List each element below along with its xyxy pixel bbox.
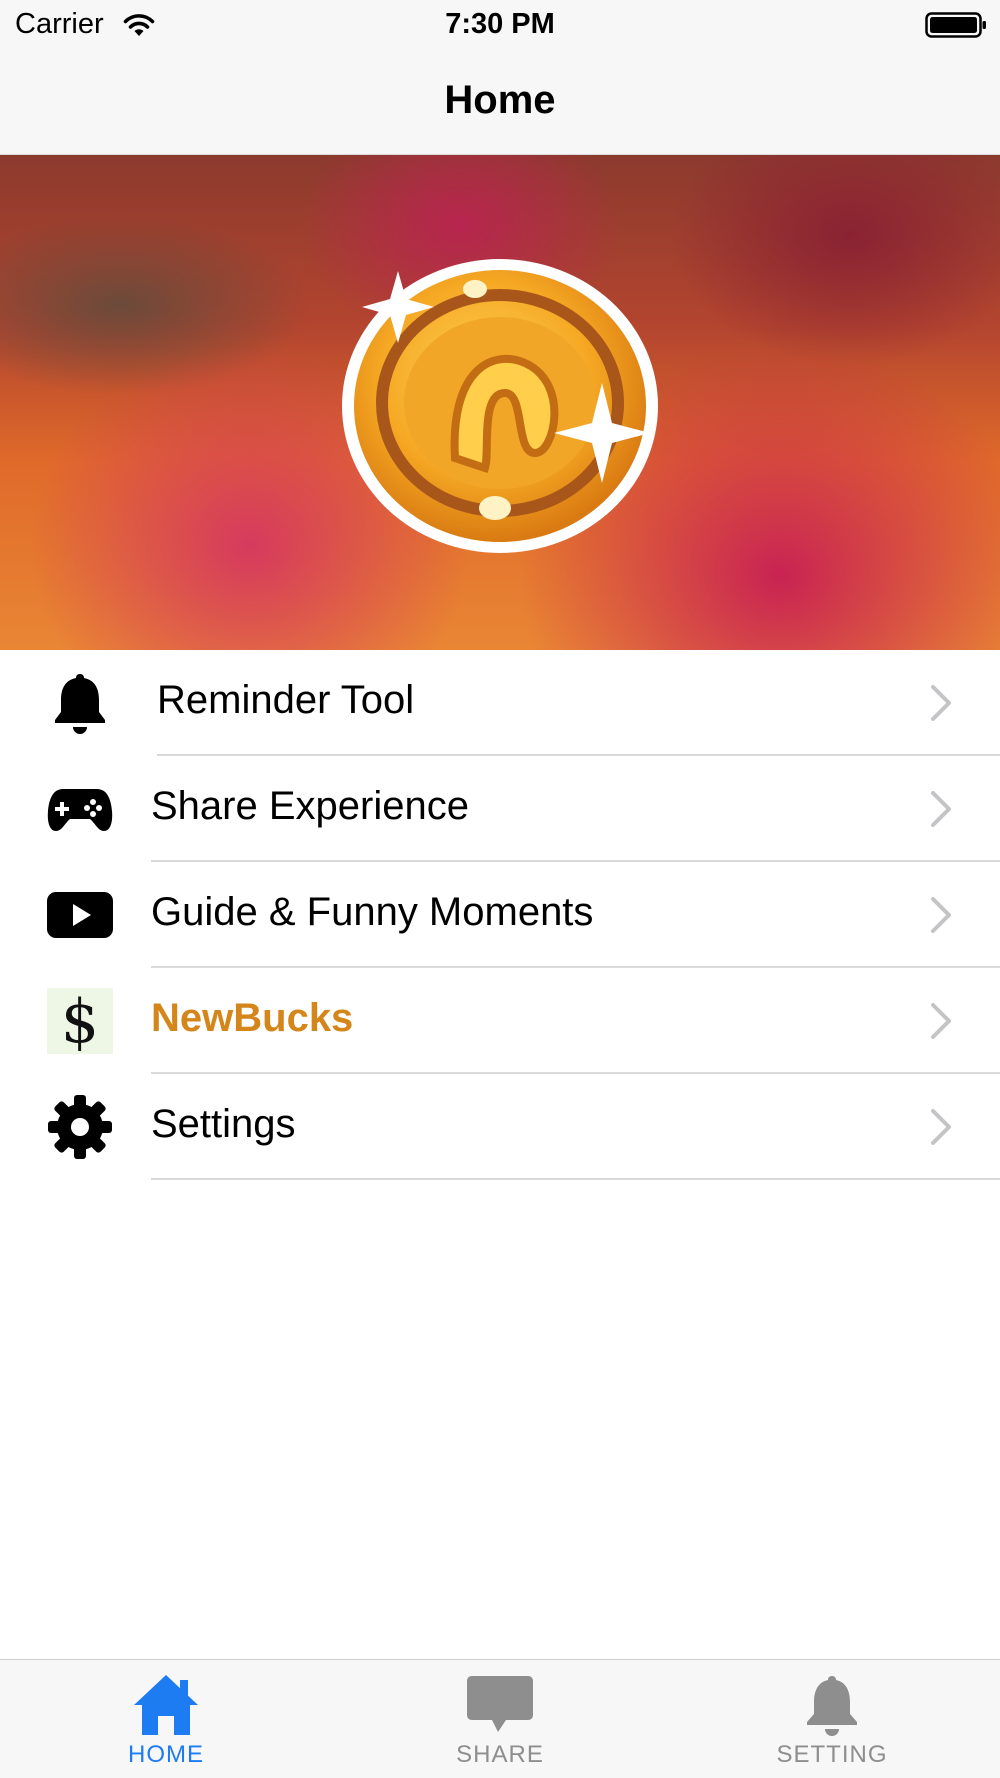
house-icon (134, 1675, 198, 1735)
gamepad-icon (47, 776, 113, 842)
video-play-icon (47, 882, 113, 948)
dollar-icon: $ (47, 988, 113, 1054)
gear-icon (47, 1094, 113, 1160)
tab-label: SHARE (456, 1741, 544, 1768)
page-title: Home (444, 78, 556, 122)
menu-item-label: Settings (151, 1102, 296, 1146)
row-divider (151, 1178, 1000, 1180)
menu-item-reminder-tool[interactable]: Reminder Tool (0, 650, 1000, 756)
chevron-right-icon (931, 791, 951, 827)
tab-bar: HOME SHARE SETTING (0, 1659, 1000, 1778)
menu-item-settings[interactable]: Settings (0, 1074, 1000, 1180)
status-bar: Carrier 7:30 PM (0, 0, 1000, 50)
tab-share[interactable]: SHARE (400, 1660, 600, 1778)
tab-label: SETTING (776, 1741, 888, 1768)
menu-item-label: Guide & Funny Moments (151, 890, 594, 934)
menu-item-newbucks[interactable]: $ NewBucks (0, 968, 1000, 1074)
menu-item-label: Share Experience (151, 784, 469, 828)
chevron-right-icon (931, 1003, 951, 1039)
chevron-right-icon (931, 1109, 951, 1145)
menu-item-label: Reminder Tool (157, 678, 415, 722)
svg-text:$: $ (61, 988, 99, 1054)
menu-item-guide-funny-moments[interactable]: Guide & Funny Moments (0, 862, 1000, 968)
clock: 7:30 PM (445, 8, 555, 40)
menu-item-label: NewBucks (151, 996, 354, 1040)
chevron-right-icon (931, 897, 951, 933)
hero-banner (0, 155, 1000, 650)
menu-list: Reminder Tool Share Experience Guide & F… (0, 650, 1000, 1180)
tab-setting[interactable]: SETTING (732, 1660, 932, 1778)
menu-item-share-experience[interactable]: Share Experience (0, 756, 1000, 862)
bell-icon (807, 1676, 857, 1736)
tab-label: HOME (128, 1741, 204, 1768)
bell-icon (47, 670, 113, 736)
navigation-bar: Home (0, 50, 1000, 155)
speech-bubble-icon (467, 1676, 533, 1732)
battery-icon (925, 12, 986, 38)
tab-home[interactable]: HOME (66, 1660, 266, 1778)
coin-logo-icon (342, 259, 658, 553)
chevron-right-icon (931, 685, 951, 721)
